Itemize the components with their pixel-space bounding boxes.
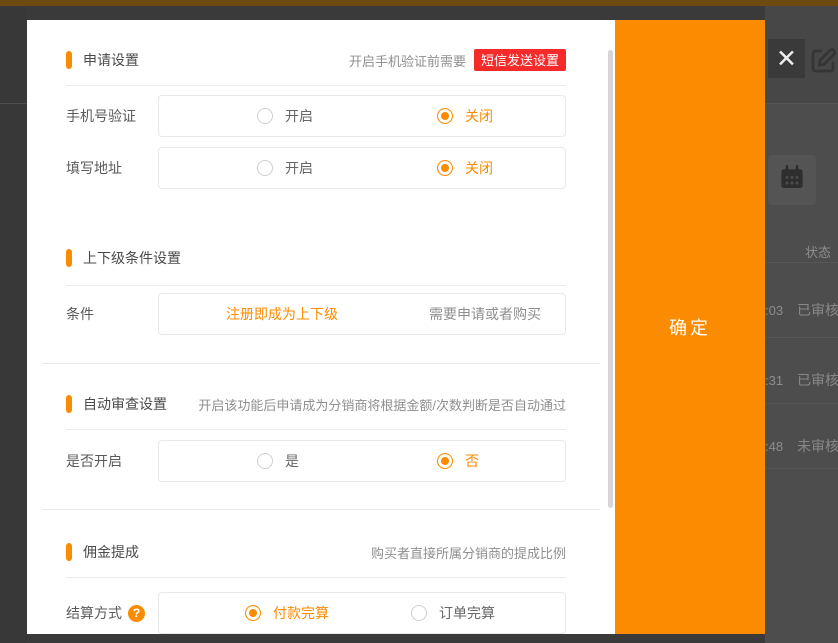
section-title: 申请设置: [83, 50, 139, 70]
radio-no-label[interactable]: 否: [465, 451, 479, 471]
row-label: 结算方式 ?: [66, 603, 158, 623]
background-table-area: 状态 :03 已审核 :31 已审核 :48 未审核: [765, 6, 838, 643]
modal-scrollbar[interactable]: [608, 50, 613, 508]
row-status: 已审核: [797, 372, 838, 388]
help-icon[interactable]: ?: [128, 605, 145, 622]
radio-on-label[interactable]: 开启: [285, 158, 313, 178]
radio-yes[interactable]: [257, 453, 273, 469]
radio-group-fill-address: 开启 关闭: [158, 147, 566, 189]
section-marker: [66, 51, 72, 69]
close-icon: ✕: [776, 44, 797, 74]
choice-need-apply-or-purchase[interactable]: 需要申请或者购买: [405, 304, 565, 324]
row-fill-address: 填写地址 开启 关闭: [27, 147, 566, 189]
radio-yes-label[interactable]: 是: [285, 451, 299, 471]
section-header-hierarchy-condition: 上下级条件设置: [27, 247, 566, 269]
calendar-button[interactable]: [768, 155, 816, 205]
section-note: 开启手机验证前需要: [349, 51, 466, 70]
section-divider: [66, 285, 566, 286]
table-row: :48 未审核: [765, 436, 838, 456]
table-divider: [765, 262, 838, 263]
section-title: 上下级条件设置: [83, 248, 181, 268]
table-row: :31 已审核: [765, 370, 838, 390]
radio-on[interactable]: [257, 108, 273, 124]
background-sidebar: [0, 6, 27, 643]
row-time: :31: [765, 373, 791, 388]
table-row: :03 已审核: [765, 300, 838, 320]
radio-group-settlement: 付款完算 订单完算: [158, 592, 566, 634]
table-divider: [765, 337, 838, 338]
section-header-auto-review: 自动审查设置 开启该功能后申请成为分销商将根据金额/次数判断是否自动通过: [27, 393, 566, 415]
section-note: 开启该功能后申请成为分销商将根据金额/次数判断是否自动通过: [198, 395, 566, 414]
radio-on-label[interactable]: 开启: [285, 106, 313, 126]
row-label: 手机号验证: [66, 106, 158, 126]
section-marker: [66, 249, 72, 267]
row-time: :48: [765, 439, 791, 454]
row-status: 已审核: [797, 302, 838, 318]
section-title: 佣金提成: [83, 542, 139, 562]
section-divider: [66, 85, 566, 86]
row-condition: 条件 注册即成为上下级 需要申请或者购买: [27, 293, 566, 335]
calendar-icon: [777, 163, 807, 198]
section-separator: [42, 363, 600, 364]
modal-close-button[interactable]: ✕: [768, 39, 805, 78]
confirm-button-label: 确定: [669, 314, 711, 340]
radio-off[interactable]: [437, 108, 453, 124]
radio-group-auto-review: 是 否: [158, 440, 566, 482]
row-time: :03: [765, 303, 791, 318]
radio-no[interactable]: [437, 453, 453, 469]
settings-modal: 申请设置 开启手机验证前需要 短信发送设置 手机号验证 开启 关闭 填写地址: [27, 20, 765, 634]
section-header-apply-settings: 申请设置 开启手机验证前需要 短信发送设置: [27, 49, 566, 71]
background-topbar: [0, 0, 838, 6]
radio-off-label[interactable]: 关闭: [465, 158, 493, 178]
table-divider: [765, 403, 838, 404]
edit-icon[interactable]: [808, 46, 838, 76]
row-settlement-mode: 结算方式 ? 付款完算 订单完算: [27, 592, 566, 634]
section-note: 购买者直接所属分销商的提成比例: [371, 543, 566, 562]
section-header-commission: 佣金提成 购买者直接所属分销商的提成比例: [27, 541, 566, 563]
table-divider: [765, 468, 838, 469]
radio-settle-on-order[interactable]: [411, 605, 427, 621]
section-marker: [66, 543, 72, 561]
radio-off-label[interactable]: 关闭: [465, 106, 493, 126]
radio-settle-on-payment-label[interactable]: 付款完算: [273, 603, 329, 623]
choice-group-condition: 注册即成为上下级 需要申请或者购买: [158, 293, 566, 335]
section-separator: [42, 509, 600, 510]
row-label: 填写地址: [66, 158, 158, 178]
radio-on[interactable]: [257, 160, 273, 176]
radio-settle-on-order-label[interactable]: 订单完算: [439, 603, 495, 623]
row-label: 是否开启: [66, 451, 158, 471]
row-label: 条件: [66, 304, 158, 324]
section-marker: [66, 395, 72, 413]
sms-settings-link[interactable]: 短信发送设置: [474, 49, 566, 71]
radio-off[interactable]: [437, 160, 453, 176]
row-phone-verification: 手机号验证 开启 关闭: [27, 95, 566, 137]
row-label-text: 结算方式: [66, 603, 122, 623]
section-divider: [66, 577, 566, 578]
row-status: 未审核: [797, 438, 838, 454]
table-column-status: 状态: [805, 242, 831, 261]
radio-group-phone-verification: 开启 关闭: [158, 95, 566, 137]
section-title: 自动审查设置: [83, 394, 167, 414]
modal-content: 申请设置 开启手机验证前需要 短信发送设置 手机号验证 开启 关闭 填写地址: [27, 20, 615, 634]
choice-register-becomes-hierarchy[interactable]: 注册即成为上下级: [159, 304, 405, 324]
section-divider: [66, 429, 566, 430]
confirm-button[interactable]: 确定: [615, 20, 765, 634]
radio-settle-on-payment[interactable]: [245, 605, 261, 621]
row-auto-review-enabled: 是否开启 是 否: [27, 440, 566, 482]
